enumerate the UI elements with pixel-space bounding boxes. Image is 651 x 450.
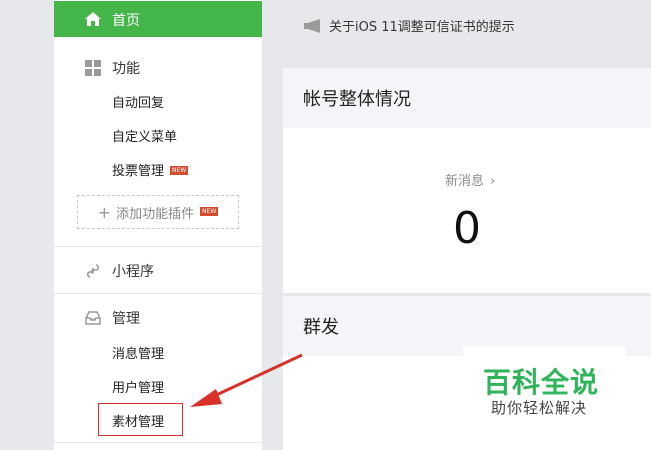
add-plugin-label: 添加功能插件 xyxy=(116,206,195,222)
watermark-title: 百科全说 xyxy=(483,366,600,399)
plus-icon: + xyxy=(97,202,112,222)
sidebar: 首页 功能 自动回复 自定义菜单 投票管理 NEW + 添加功能插件 NEW 小程序 xyxy=(54,0,263,450)
sidebar-divider xyxy=(54,442,262,443)
sidebar-item-home-label: 首页 xyxy=(112,13,140,29)
new-badge: NEW xyxy=(170,166,189,175)
add-plugin-button[interactable]: + 添加功能插件 NEW xyxy=(77,195,239,229)
sidebar-item-mini-program[interactable]: 小程序 xyxy=(54,255,262,285)
watermark-subtitle: 助你轻松解决 xyxy=(491,399,588,417)
inbox-icon xyxy=(85,311,101,325)
sidebar-divider xyxy=(54,246,262,247)
grid-icon xyxy=(85,60,101,76)
sidebar-group-manage-label: 管理 xyxy=(112,311,140,327)
sidebar-item-home[interactable]: 首页 xyxy=(54,1,262,37)
new-messages-count: 0 xyxy=(453,203,481,254)
megaphone-icon xyxy=(304,18,320,33)
link-icon xyxy=(86,264,100,278)
sidebar-item-vote-manage-label: 投票管理 xyxy=(112,164,165,179)
sidebar-item-custom-menu[interactable]: 自定义菜单 xyxy=(112,126,177,145)
chevron-right-icon: › xyxy=(490,174,496,189)
sidebar-item-user-manage[interactable]: 用户管理 xyxy=(112,377,164,396)
account-overview-title: 帐号整体情况 xyxy=(283,68,651,128)
sidebar-group-features: 功能 xyxy=(54,52,262,82)
new-messages-label: 新消息 xyxy=(445,174,485,189)
watermark-logo: 百科全说 助你轻松解决 xyxy=(463,347,626,427)
sidebar-group-features-label: 功能 xyxy=(112,61,140,77)
home-icon xyxy=(85,12,101,26)
new-messages-link[interactable]: 新消息 › xyxy=(445,170,495,189)
highlight-box xyxy=(98,403,183,436)
sidebar-item-message-manage[interactable]: 消息管理 xyxy=(112,343,164,362)
sidebar-item-auto-reply[interactable]: 自动回复 xyxy=(112,92,164,111)
new-badge: NEW xyxy=(200,206,219,216)
sidebar-divider xyxy=(54,293,262,294)
sidebar-group-manage: 管理 xyxy=(54,302,262,332)
sidebar-item-mini-program-label: 小程序 xyxy=(112,264,154,280)
notice-bar[interactable]: 关于iOS 11调整可信证书的提示 xyxy=(303,16,515,35)
sidebar-item-vote-manage[interactable]: 投票管理 NEW xyxy=(112,160,189,179)
notice-text: 关于iOS 11调整可信证书的提示 xyxy=(329,20,515,35)
